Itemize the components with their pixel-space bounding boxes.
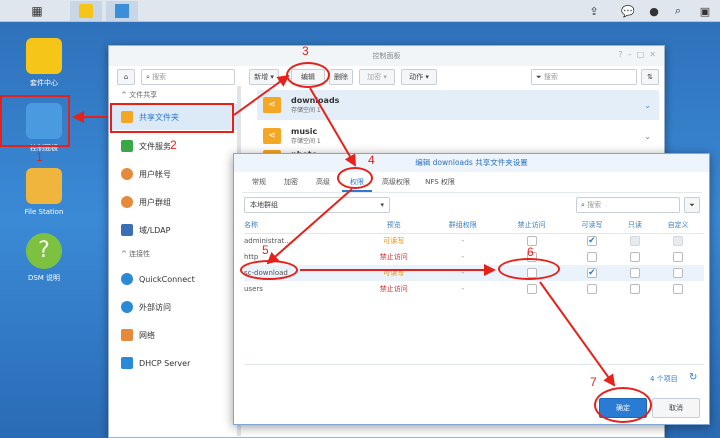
- annotation-arrows: [72, 74, 616, 387]
- arrow-3: [309, 87, 357, 167]
- arrow-2: [233, 74, 290, 116]
- arrow-4: [266, 188, 353, 265]
- arrow-6: [539, 281, 616, 387]
